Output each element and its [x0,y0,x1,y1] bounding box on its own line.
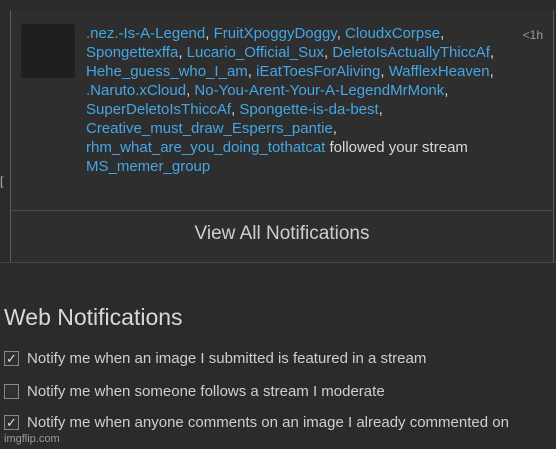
option-comment-reply[interactable]: ✓ Notify me when anyone comments on an i… [4,414,509,431]
user-link[interactable]: Lucario_Official_Sux [187,44,324,61]
notifications-panel: <1h .nez.-Is-A-Legend, FruitXpoggyDoggy,… [10,10,554,262]
user-link[interactable]: No-You-Arent-Your-A-LegendMrMonk [194,82,444,99]
user-link[interactable]: Spongette-is-da-best [239,101,378,118]
user-link[interactable]: iEatToesForAliving [256,63,380,80]
user-link[interactable]: rhm_what_are_you_doing_tothatcat [86,139,325,156]
user-link[interactable]: CloudxCorpse [345,25,440,42]
notification-message: .nez.-Is-A-Legend, FruitXpoggyDoggy, Clo… [86,25,495,175]
checkbox-checked[interactable]: ✓ [4,415,19,430]
user-link[interactable]: DeletoIsActuallyThiccAf [332,44,490,61]
user-link[interactable]: WafflexHeaven [389,63,490,80]
web-notifications-title: Web Notifications [4,304,183,330]
checkbox-checked[interactable]: ✓ [4,351,19,366]
user-link[interactable]: .nez.-Is-A-Legend [86,25,205,42]
option-label: Notify me when someone follows a stream … [27,383,385,400]
user-link[interactable]: SuperDeletoIsThiccAf [86,101,231,118]
notification-time: <1h [522,28,543,42]
watermark: imgflip.com [4,433,60,445]
stream-link[interactable]: MS_memer_group [86,158,210,175]
checkbox[interactable] [4,384,19,399]
user-link[interactable]: .Naruto.xCloud [86,82,186,99]
notification-item[interactable]: <1h .nez.-Is-A-Legend, FruitXpoggyDoggy,… [11,10,553,211]
section-divider [0,262,556,263]
avatar [21,24,75,78]
user-link[interactable]: Spongettexffa [86,44,178,61]
option-stream-follow[interactable]: Notify me when someone follows a stream … [4,383,385,400]
user-link[interactable]: Creative_must_draw_Esperrs_pantie [86,120,333,137]
option-featured-in-stream[interactable]: ✓ Notify me when an image I submitted is… [4,350,426,367]
left-edge-glyph: [ [0,174,4,188]
view-all-notifications-button[interactable]: View All Notifications [11,214,553,254]
user-link[interactable]: FruitXpoggyDoggy [214,25,337,42]
user-link[interactable]: Hehe_guess_who_I_am [86,63,248,80]
option-label: Notify me when anyone comments on an ima… [27,414,509,431]
option-label: Notify me when an image I submitted is f… [27,350,427,367]
action-text: followed your stream [325,139,468,156]
